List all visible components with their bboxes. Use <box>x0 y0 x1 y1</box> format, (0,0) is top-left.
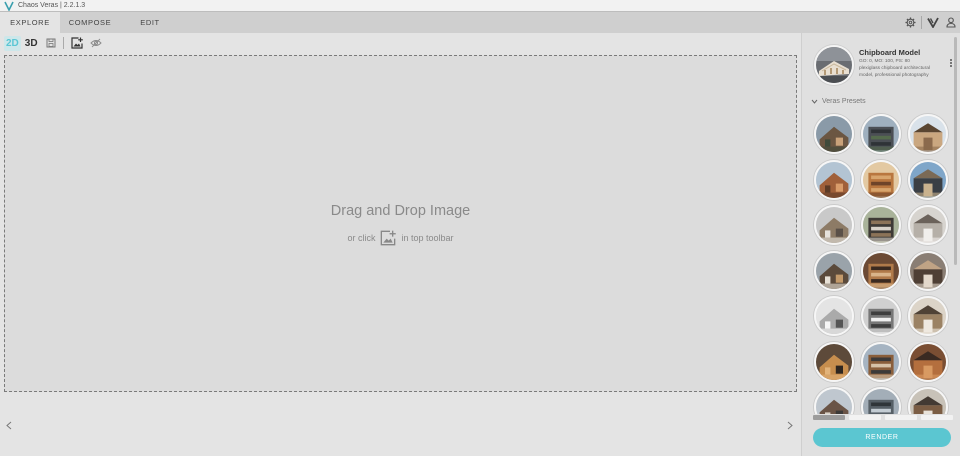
chevron-down-icon <box>811 99 818 104</box>
render-button[interactable]: RENDER <box>813 428 951 447</box>
preset-thumbnail[interactable] <box>814 341 854 382</box>
model-settings: GO: 0, MO: 100, PS: 80 <box>859 59 910 64</box>
save-view-button[interactable] <box>43 35 59 51</box>
dropzone-hint-after: in top toolbar <box>401 233 454 243</box>
hide-icon <box>89 38 102 48</box>
account-button[interactable] <box>942 12 960 33</box>
preset-thumbnail[interactable] <box>908 205 948 245</box>
user-icon <box>946 17 956 28</box>
preset-thumbnail[interactable] <box>861 387 901 414</box>
preset-thumbnail[interactable] <box>861 205 901 245</box>
presets-heading: Veras Presets <box>822 98 866 105</box>
tab-compose[interactable]: COMPOSE <box>60 12 120 33</box>
mode-2d-button[interactable]: 2D <box>4 35 21 51</box>
image-dropzone[interactable]: Drag and Drop Image or click in top tool… <box>4 55 797 392</box>
panel-scrollbar[interactable] <box>954 37 957 265</box>
add-image-icon <box>380 230 397 246</box>
mode-3d-button[interactable]: 3D <box>23 36 40 51</box>
preset-pages <box>813 415 953 421</box>
preset-thumbnail[interactable] <box>908 159 948 200</box>
next-image-button[interactable] <box>784 418 796 432</box>
dropzone-hint-before: or click <box>347 233 376 243</box>
preset-thumbnail[interactable] <box>814 387 854 414</box>
preset-page-2[interactable] <box>849 415 881 420</box>
chevron-left-icon <box>6 421 12 429</box>
chevron-right-icon <box>787 421 793 429</box>
preset-thumbnail[interactable] <box>908 387 948 414</box>
model-thumbnail <box>814 45 854 85</box>
tab-edit[interactable]: EDIT <box>120 12 180 33</box>
add-image-button[interactable] <box>69 35 85 51</box>
presets-grid <box>813 113 951 414</box>
title-bar: Chaos Veras | 2.2.1.3 <box>0 0 960 12</box>
preset-thumbnail[interactable] <box>861 159 901 200</box>
preset-thumbnail[interactable] <box>814 296 854 336</box>
preset-page-3[interactable] <box>885 415 917 420</box>
presets-panel: Chipboard Model GO: 0, MO: 100, PS: 80 p… <box>801 33 960 456</box>
preset-thumbnail[interactable] <box>861 296 901 336</box>
preset-thumbnail[interactable] <box>908 341 948 382</box>
model-description: plexiglass chipboard architectural model… <box>859 66 930 78</box>
tab-explore[interactable]: EXPLORE <box>0 12 60 33</box>
add-image-icon <box>70 37 83 49</box>
preset-thumbnail[interactable] <box>908 296 948 336</box>
preset-thumbnail[interactable] <box>861 114 901 154</box>
model-name: Chipboard Model <box>859 48 921 57</box>
preset-thumbnail[interactable] <box>908 114 948 154</box>
preset-page-1[interactable] <box>813 415 845 420</box>
window-title: Chaos Veras | 2.2.1.3 <box>18 2 86 9</box>
preset-thumbnail[interactable] <box>861 341 901 382</box>
main-tabs: EXPLORE COMPOSE EDIT <box>0 12 960 33</box>
canvas-toolbar: 2D 3D <box>0 33 800 53</box>
preset-thumbnail[interactable] <box>814 205 854 245</box>
presets-section-toggle[interactable]: Veras Presets <box>811 98 866 105</box>
header-divider <box>921 16 922 29</box>
gear-icon <box>904 17 916 28</box>
preset-page-4[interactable] <box>921 415 953 420</box>
dropzone-title: Drag and Drop Image <box>330 203 471 219</box>
preset-thumbnail[interactable] <box>908 250 948 291</box>
veras-logo-icon <box>927 17 939 28</box>
veras-button[interactable] <box>924 12 942 33</box>
preset-thumbnail[interactable] <box>814 114 854 154</box>
header-actions <box>901 12 960 33</box>
preset-thumbnail[interactable] <box>861 250 901 291</box>
veras-logo-icon <box>4 1 14 11</box>
selected-model-card[interactable]: Chipboard Model GO: 0, MO: 100, PS: 80 p… <box>814 45 954 87</box>
save-icon <box>46 38 56 48</box>
toolbar-divider <box>62 37 64 49</box>
preset-thumbnail[interactable] <box>814 159 854 200</box>
toggle-visibility-button[interactable] <box>88 35 104 51</box>
preset-thumbnail[interactable] <box>814 250 854 291</box>
settings-button[interactable] <box>901 12 919 33</box>
previous-image-button[interactable] <box>3 418 15 432</box>
dropzone-hint: or click in top toolbar <box>5 230 796 246</box>
